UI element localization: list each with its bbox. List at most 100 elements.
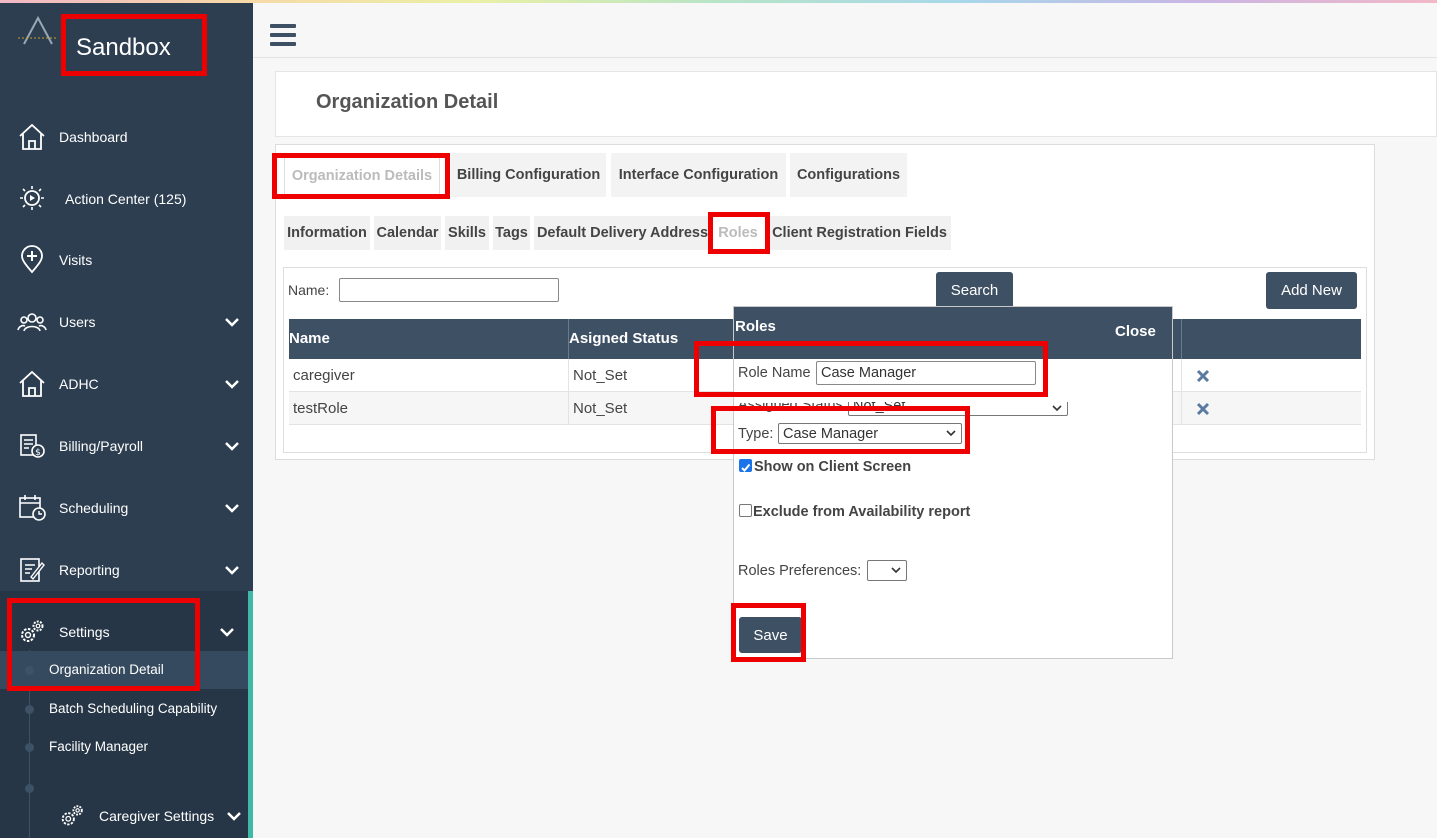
play-sparkle-icon xyxy=(20,186,44,210)
chevron-down-icon xyxy=(1052,405,1062,412)
sidebar-item-reporting[interactable]: Reporting xyxy=(0,550,253,590)
type-select[interactable]: Case Manager xyxy=(778,423,962,444)
home-icon xyxy=(19,370,45,397)
bullet-dot xyxy=(25,666,34,675)
bullet-dot xyxy=(25,784,34,793)
sidebar-item-label: Scheduling xyxy=(59,500,129,516)
tab-configurations[interactable]: Configurations xyxy=(790,153,907,197)
bullet-dot xyxy=(25,705,34,714)
roles-preferences-label: Roles Preferences: xyxy=(738,563,862,579)
page-title: Organization Detail xyxy=(316,91,499,113)
sidebar-item-action-center[interactable]: Action Center (125) xyxy=(0,179,253,219)
subtab-default-delivery-address[interactable]: Default Delivery Address xyxy=(534,216,711,250)
billing-icon: $ xyxy=(20,434,45,458)
gears-icon xyxy=(21,620,44,642)
chevron-down-icon xyxy=(946,430,956,437)
sidebar-subitem-caregiver-settings[interactable]: Caregiver Settings xyxy=(0,796,253,836)
save-button[interactable]: Save xyxy=(739,617,802,653)
row-name: caregiver xyxy=(293,367,355,384)
subtab-skills[interactable]: Skills xyxy=(445,216,489,250)
sidebar-subitem-batch-scheduling[interactable]: Batch Scheduling Capability xyxy=(0,690,248,728)
chevron-down-icon xyxy=(227,812,241,821)
location-plus-icon xyxy=(21,245,43,274)
sidebar-subitem-label: Caregiver Settings xyxy=(99,808,215,824)
sidebar-item-label: ADHC xyxy=(59,376,99,392)
dialog-title: Roles xyxy=(735,318,776,335)
subtab-calendar[interactable]: Calendar xyxy=(374,216,441,250)
roles-dialog: Roles Close Role Name Assigned Status No… xyxy=(733,306,1173,659)
sidebar-subitem-facility-manager[interactable]: Facility Manager xyxy=(0,728,248,766)
close-button[interactable]: Close xyxy=(1115,323,1156,340)
assigned-status-label: Assigned Status xyxy=(738,397,843,413)
sidebar-subitem-label: Batch Scheduling Capability xyxy=(49,701,218,716)
delete-icon[interactable] xyxy=(1195,401,1211,417)
sidebar-item-label: Visits xyxy=(59,252,93,268)
assigned-status-value: Not_Set xyxy=(853,398,906,414)
svg-text:$: $ xyxy=(35,448,41,458)
sidebar-item-adhc[interactable]: ADHC xyxy=(0,364,253,404)
sidebar-subitem-organization-detail[interactable]: Organization Detail xyxy=(0,651,248,689)
hamburger-menu-icon[interactable] xyxy=(270,24,296,46)
brand-name[interactable]: Sandbox xyxy=(76,34,171,62)
column-separator xyxy=(1181,359,1182,392)
role-name-input[interactable] xyxy=(816,361,1036,385)
roles-preferences-select[interactable] xyxy=(867,560,907,581)
sidebar-item-label: Action Center (125) xyxy=(65,191,187,207)
tab-billing-configuration[interactable]: Billing Configuration xyxy=(451,153,606,197)
row-status: Not_Set xyxy=(573,367,628,384)
sidebar-item-label: Users xyxy=(59,314,96,330)
search-button[interactable]: Search xyxy=(936,272,1013,309)
sidebar-subitem-label: Organization Detail xyxy=(49,662,164,677)
column-separator xyxy=(1181,392,1182,425)
sidebar-item-settings[interactable]: Settings xyxy=(0,612,253,652)
tab-interface-configuration[interactable]: Interface Configuration xyxy=(611,153,786,197)
chevron-down-icon xyxy=(225,380,239,389)
sidebar-item-label: Dashboard xyxy=(59,129,128,145)
sidebar-item-users[interactable]: Users xyxy=(0,302,253,342)
bullet-dot xyxy=(25,743,34,752)
home-icon xyxy=(19,123,45,150)
subtab-client-registration-fields[interactable]: Client Registration Fields xyxy=(768,216,951,250)
column-separator xyxy=(568,392,569,425)
row-status: Not_Set xyxy=(573,400,628,417)
users-icon xyxy=(17,313,47,332)
report-icon xyxy=(20,558,45,582)
checkmark-icon xyxy=(741,463,751,472)
exclude-availability-label: Exclude from Availability report xyxy=(753,504,971,520)
dialog-header: Roles Close xyxy=(734,307,1172,359)
chevron-down-icon xyxy=(225,504,239,513)
chevron-down-icon xyxy=(220,628,234,637)
sidebar-item-billing-payroll[interactable]: $ Billing/Payroll xyxy=(0,426,253,466)
subtab-roles[interactable]: Roles xyxy=(715,216,761,250)
show-on-client-screen-checkbox[interactable] xyxy=(739,459,752,472)
tab-organization-details[interactable]: Organization Details xyxy=(284,154,440,198)
column-header-status[interactable]: Asigned Status xyxy=(569,330,678,347)
chevron-down-icon xyxy=(225,566,239,575)
sidebar-item-label: Reporting xyxy=(59,562,120,578)
assigned-status-select[interactable]: Not_Set xyxy=(848,398,1068,416)
column-separator xyxy=(1181,319,1182,359)
sidebar-item-scheduling[interactable]: Scheduling xyxy=(0,488,253,528)
chevron-down-icon xyxy=(891,567,901,574)
sidebar-item-label: Billing/Payroll xyxy=(59,438,144,454)
sidebar-item-visits[interactable]: Visits xyxy=(0,240,253,280)
type-value: Case Manager xyxy=(783,425,879,442)
exclude-availability-checkbox[interactable] xyxy=(739,504,752,517)
top-color-strip xyxy=(0,0,1437,3)
top-bar xyxy=(253,3,1437,58)
chevron-down-icon xyxy=(225,318,239,327)
row-name: testRole xyxy=(293,400,349,417)
sidebar-item-dashboard[interactable]: Dashboard xyxy=(0,117,253,157)
type-label: Type: xyxy=(738,426,774,442)
show-on-client-screen-label: Show on Client Screen xyxy=(754,459,912,475)
column-header-name[interactable]: Name xyxy=(289,330,330,347)
app-logo-icon xyxy=(18,15,58,45)
subtab-information[interactable]: Information xyxy=(284,216,370,250)
name-filter-input[interactable] xyxy=(339,278,559,302)
add-new-button[interactable]: Add New xyxy=(1266,272,1357,309)
chevron-down-icon xyxy=(225,442,239,451)
name-filter-label: Name: xyxy=(288,282,330,298)
page-header: Organization Detail xyxy=(275,71,1437,137)
delete-icon[interactable] xyxy=(1195,368,1211,384)
subtab-tags[interactable]: Tags xyxy=(493,216,530,250)
